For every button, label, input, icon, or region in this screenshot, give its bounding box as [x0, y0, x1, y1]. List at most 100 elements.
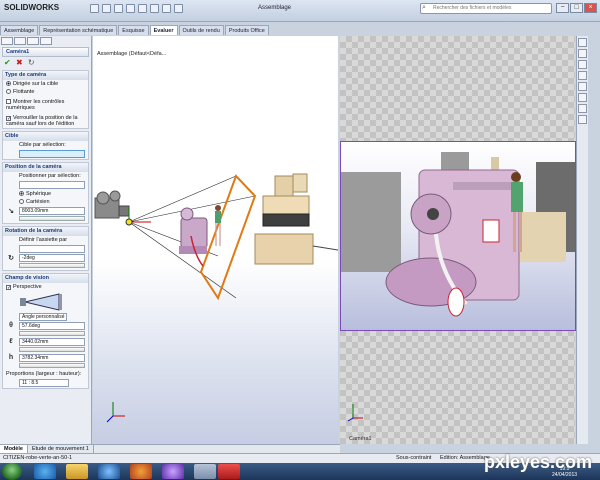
- graphics-area-left[interactable]: Assemblage (Défaut<Défa...: [93, 36, 338, 444]
- tab-modele[interactable]: Modèle: [0, 445, 28, 453]
- task-pane-palette-icon[interactable]: [578, 82, 587, 91]
- height-input[interactable]: 3782.34mm: [19, 354, 85, 362]
- proportions-label: Proportions (largeur : hauteur):: [6, 371, 82, 377]
- bottom-tabs: Modèle Etude de mouvement 1: [0, 444, 340, 453]
- theta-icon: θ: [9, 322, 13, 329]
- radio-flottante[interactable]: Flottante: [3, 88, 88, 96]
- task-pane-resources-icon[interactable]: [578, 38, 587, 47]
- display-manager-tab[interactable]: [40, 37, 52, 45]
- robot-model[interactable]: [179, 207, 208, 267]
- pin-icon[interactable]: ↻: [28, 58, 35, 67]
- distance-slider[interactable]: [19, 216, 85, 221]
- proportions-dropdown[interactable]: 11 : 8.5: [19, 379, 69, 387]
- property-manager-tab[interactable]: [14, 37, 26, 45]
- solidworks-logo[interactable]: SOLIDWORKS: [4, 3, 59, 12]
- explorer-icon[interactable]: [194, 464, 216, 479]
- app-icon[interactable]: [162, 464, 184, 479]
- distance-fov-input[interactable]: 3440.02mm: [19, 338, 85, 346]
- fov-type-dropdown[interactable]: Angle personnalisé: [19, 313, 67, 321]
- task-pane-bar: [576, 36, 588, 444]
- folder-icon[interactable]: [66, 464, 88, 479]
- fov-diagram-icon: [20, 293, 62, 311]
- feature-tree-tab[interactable]: [1, 37, 13, 45]
- assiette-field[interactable]: [19, 245, 85, 253]
- assembly-scene: [94, 173, 338, 423]
- save-icon[interactable]: [114, 4, 123, 13]
- furniture-boxes[interactable]: [254, 173, 338, 265]
- options-icon[interactable]: [174, 4, 183, 13]
- open-icon[interactable]: [102, 4, 111, 13]
- undo-icon[interactable]: [138, 4, 147, 13]
- camera-triad: [347, 404, 363, 422]
- task-pane-search-icon[interactable]: [578, 71, 587, 80]
- angle-input[interactable]: 57.6deg: [19, 322, 85, 330]
- camera-render: [341, 152, 575, 317]
- camera-view-frame[interactable]: [340, 141, 576, 331]
- tab-etude-mouvement[interactable]: Etude de mouvement 1: [28, 445, 94, 453]
- section-header[interactable]: Type de caméra: [3, 71, 88, 80]
- rebuild-icon[interactable]: [162, 4, 171, 13]
- position-label: Positionner par sélection:: [19, 173, 81, 179]
- close-button[interactable]: ×: [584, 3, 597, 13]
- section-header[interactable]: Position de la caméra: [3, 163, 88, 172]
- radio-dirigee[interactable]: Dirigée sur la cible: [3, 80, 88, 88]
- start-button[interactable]: [2, 463, 22, 480]
- task-pane-appearance-icon[interactable]: [578, 93, 587, 102]
- minimize-button[interactable]: −: [556, 3, 569, 13]
- task-pane-explorer-icon[interactable]: [578, 60, 587, 69]
- distance-fov-slider[interactable]: [19, 347, 85, 352]
- watermark: pxleyes.com: [484, 452, 593, 472]
- camera-model[interactable]: [94, 190, 130, 219]
- h-icon: h: [8, 354, 14, 361]
- solidworks-taskbar-icon[interactable]: [218, 464, 240, 479]
- tab-outils-de-rendu[interactable]: Outils de rendu: [178, 25, 224, 35]
- cible-selection-field[interactable]: [19, 150, 85, 158]
- tab-assemblage[interactable]: Assemblage: [0, 25, 39, 35]
- action-row: ✔ ✖ ↻: [0, 58, 91, 68]
- section-header[interactable]: Rotation de la caméra: [3, 227, 88, 236]
- radio-cartesien[interactable]: Cartésien: [3, 198, 88, 206]
- ell-icon: ℓ: [9, 338, 13, 345]
- radio-spherique[interactable]: Sphérique: [3, 190, 88, 198]
- tab-produits-office[interactable]: Produits Office: [224, 25, 269, 35]
- tab-representation-schematique[interactable]: Représentation schématique: [39, 25, 118, 35]
- roll-slider[interactable]: [19, 263, 85, 268]
- maximize-button[interactable]: □: [570, 3, 583, 13]
- manager-tabs: [0, 36, 91, 46]
- task-pane-custom-icon[interactable]: [578, 104, 587, 113]
- origin-triad: [106, 402, 125, 423]
- task-pane-forum-icon[interactable]: [578, 115, 587, 124]
- checkbox-perspective[interactable]: ✓ Perspective: [3, 283, 88, 291]
- section-header[interactable]: Cible: [3, 132, 88, 141]
- distance-input[interactable]: 8003.09mm: [19, 207, 85, 215]
- search-icon: ⌕: [422, 4, 426, 11]
- print-icon[interactable]: [126, 4, 135, 13]
- ok-icon[interactable]: ✔: [4, 58, 11, 67]
- command-tabs: Assemblage Représentation schématique Es…: [0, 25, 340, 35]
- angle-slider[interactable]: [19, 331, 85, 336]
- configuration-tab[interactable]: [27, 37, 39, 45]
- media-icon[interactable]: [98, 464, 120, 479]
- roll-input[interactable]: -2deg: [19, 254, 85, 262]
- tab-evaluer[interactable]: Evaluer: [149, 25, 178, 35]
- new-icon[interactable]: [90, 4, 99, 13]
- feature-tree-root[interactable]: Assemblage (Défaut<Défa...: [97, 51, 166, 57]
- position-selection-field[interactable]: [19, 181, 85, 189]
- checkbox-controles[interactable]: Montrer les contrôles numériques: [3, 98, 88, 112]
- view-plane[interactable]: [199, 174, 257, 301]
- tab-esquisse[interactable]: Esquisse: [118, 25, 149, 35]
- status-mode: Edition: Assemblage: [440, 455, 490, 461]
- distance-icon: ↘: [8, 208, 14, 215]
- firefox-icon[interactable]: [130, 464, 152, 479]
- select-icon[interactable]: [150, 4, 159, 13]
- height-slider[interactable]: [19, 363, 85, 368]
- section-header[interactable]: Champ de vision: [3, 274, 88, 283]
- property-manager: Caméra1 ✔ ✖ ↻ Type de caméra Dirigée sur…: [0, 36, 92, 444]
- rotation-label: Définir l'assiette par: [19, 237, 68, 243]
- ie-icon[interactable]: [34, 464, 56, 479]
- cancel-icon[interactable]: ✖: [16, 58, 23, 67]
- section-champ-de-vision: Champ de vision ✓ Perspective Angle perso…: [2, 273, 89, 389]
- search-input[interactable]: Rechercher des fichiers et modèles: [420, 3, 552, 14]
- checkbox-verrouiller[interactable]: ✓ Verrouiller la position de la caméra sa…: [3, 114, 88, 128]
- task-pane-library-icon[interactable]: [578, 49, 587, 58]
